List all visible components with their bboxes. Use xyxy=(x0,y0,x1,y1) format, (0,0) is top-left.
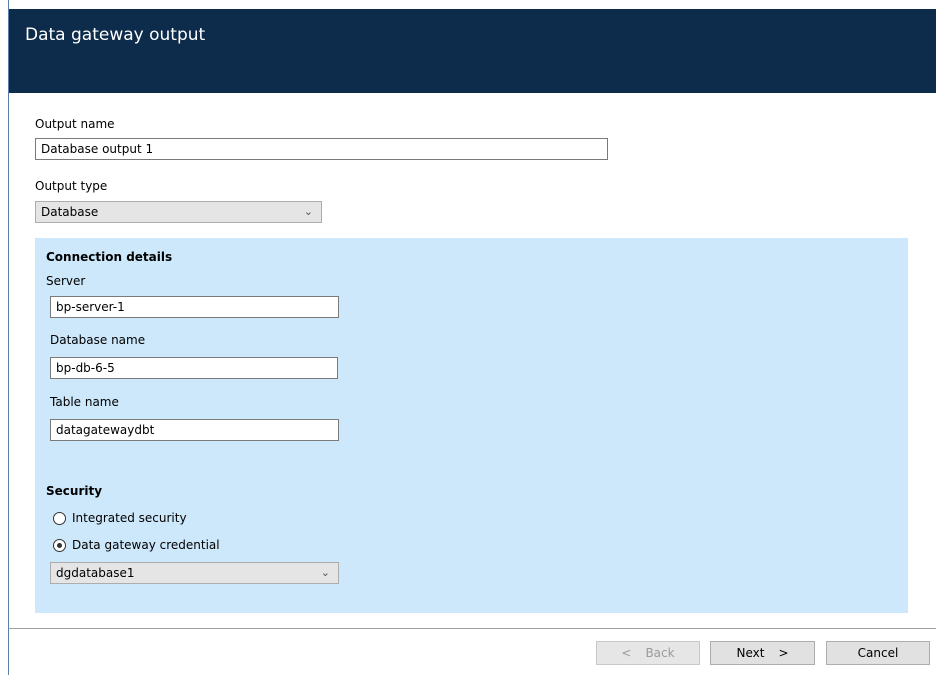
credential-value: dgdatabase1 xyxy=(56,566,135,580)
data-gateway-credential-radio[interactable] xyxy=(53,538,66,552)
output-name-label: Output name xyxy=(35,117,115,131)
chevron-down-icon: ⌄ xyxy=(320,566,330,579)
credential-select[interactable]: dgdatabase1 ⌄ xyxy=(50,562,339,584)
data-gateway-credential-option[interactable]: Data gateway credential xyxy=(53,538,220,552)
window-top-border xyxy=(0,0,936,9)
integrated-security-option[interactable]: Integrated security xyxy=(53,511,187,525)
back-button[interactable]: < Back xyxy=(596,641,700,665)
next-button[interactable]: Next > xyxy=(710,641,815,665)
back-button-label: Back xyxy=(645,646,675,660)
server-label: Server xyxy=(46,274,86,288)
table-name-label: Table name xyxy=(50,395,119,409)
integrated-security-label: Integrated security xyxy=(72,511,187,525)
data-gateway-credential-label: Data gateway credential xyxy=(72,538,220,552)
output-type-select[interactable]: Database ⌄ xyxy=(35,201,322,223)
dialog-title: Data gateway output xyxy=(25,25,206,45)
output-type-value: Database xyxy=(41,205,99,219)
next-button-label: Next xyxy=(736,646,765,660)
output-name-input[interactable] xyxy=(35,138,608,160)
chevron-right-icon: > xyxy=(778,646,789,660)
dialog-header: Data gateway output xyxy=(9,9,936,93)
chevron-down-icon: ⌄ xyxy=(303,205,313,218)
security-heading: Security xyxy=(46,484,103,498)
footer-divider xyxy=(9,628,936,629)
connection-details-heading: Connection details xyxy=(46,250,173,264)
table-name-input[interactable] xyxy=(50,419,339,441)
chevron-left-icon: < xyxy=(621,646,632,660)
cancel-button[interactable]: Cancel xyxy=(826,641,930,665)
connection-panel: Connection details Server Database name … xyxy=(35,238,908,613)
database-name-label: Database name xyxy=(50,333,146,347)
window-left-border xyxy=(0,0,9,675)
output-type-label: Output type xyxy=(35,179,108,193)
server-input[interactable] xyxy=(50,296,339,318)
cancel-button-label: Cancel xyxy=(857,646,899,660)
database-name-input[interactable] xyxy=(50,357,338,379)
integrated-security-radio[interactable] xyxy=(53,511,66,525)
